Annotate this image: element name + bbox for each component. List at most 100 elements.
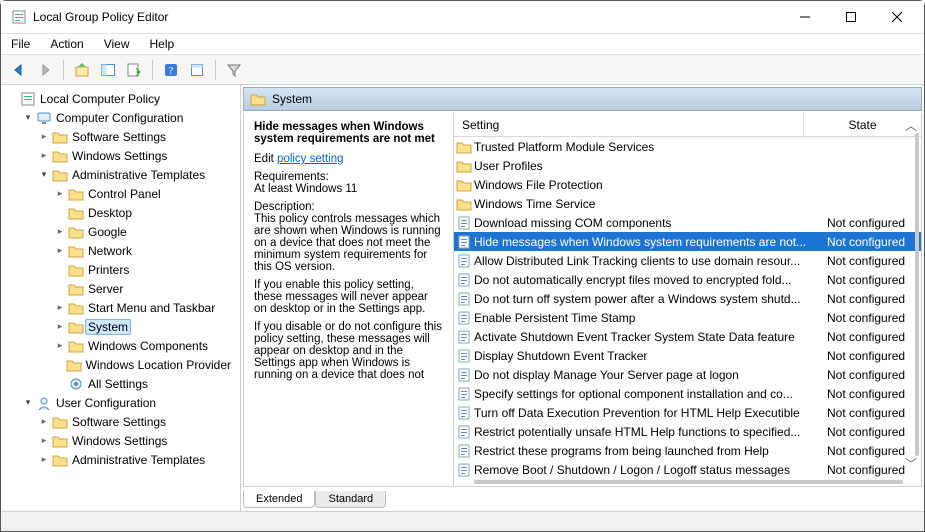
minimize-button[interactable] bbox=[782, 2, 828, 32]
setting-name: Activate Shutdown Event Tracker System S… bbox=[474, 330, 821, 344]
tree-label: Local Computer Policy bbox=[37, 91, 163, 107]
expand-icon[interactable]: ▸ bbox=[37, 435, 51, 446]
tree-label: Administrative Templates bbox=[69, 167, 208, 183]
expand-icon[interactable]: ▸ bbox=[53, 321, 67, 332]
requirements-label: Requirements: bbox=[254, 171, 329, 183]
tree-label: System bbox=[85, 319, 131, 335]
tree-windows-settings[interactable]: ▸Windows Settings bbox=[1, 146, 240, 165]
tree-start-menu[interactable]: ▸Start Menu and Taskbar bbox=[1, 298, 240, 317]
column-state[interactable]: State bbox=[804, 113, 921, 136]
list-item[interactable]: Trusted Platform Module Services bbox=[454, 137, 921, 156]
tree-label: Windows Location Provider bbox=[83, 357, 234, 373]
tab-extended[interactable]: Extended bbox=[243, 491, 315, 508]
tree-user-windows-settings[interactable]: ▸Windows Settings bbox=[1, 431, 240, 450]
up-button[interactable] bbox=[70, 58, 94, 82]
policy-icon bbox=[454, 215, 474, 231]
tree-icon bbox=[51, 434, 69, 448]
folder-icon bbox=[454, 159, 474, 173]
maximize-button[interactable] bbox=[828, 2, 874, 32]
tree-windows-components[interactable]: ▸Windows Components bbox=[1, 336, 240, 355]
expand-icon[interactable]: ▸ bbox=[53, 340, 67, 351]
forward-button[interactable] bbox=[33, 58, 57, 82]
tree-google[interactable]: ▸Google bbox=[1, 222, 240, 241]
menu-action[interactable]: Action bbox=[40, 34, 93, 54]
scroll-track[interactable] bbox=[915, 133, 919, 456]
back-button[interactable] bbox=[7, 58, 31, 82]
tree-admin-templates[interactable]: ▾ Administrative Templates bbox=[1, 165, 240, 184]
list-item[interactable]: Do not turn off system power after a Win… bbox=[454, 289, 921, 308]
filter-button[interactable] bbox=[222, 58, 246, 82]
tree-icon bbox=[35, 110, 53, 126]
list-item[interactable]: Windows Time Service bbox=[454, 194, 921, 213]
menu-file[interactable]: File bbox=[1, 34, 40, 54]
show-hide-tree-button[interactable] bbox=[96, 58, 120, 82]
list-item[interactable]: Do not automatically encrypt files moved… bbox=[454, 270, 921, 289]
list-item[interactable]: Enable Persistent Time StampNot configur… bbox=[454, 308, 921, 327]
tree-computer-configuration[interactable]: ▾Computer Configuration bbox=[1, 108, 240, 127]
list-item[interactable]: Restrict these programs from being launc… bbox=[454, 441, 921, 460]
setting-name: Allow Distributed Link Tracking clients … bbox=[474, 254, 821, 268]
list-item[interactable]: Restrict potentially unsafe HTML Help fu… bbox=[454, 422, 921, 441]
scroll-down-icon[interactable]: ﹀ bbox=[905, 455, 919, 472]
tree-printers[interactable]: Printers bbox=[1, 260, 240, 279]
expand-icon[interactable]: ▸ bbox=[53, 302, 67, 313]
list-item[interactable]: Activate Shutdown Event Tracker System S… bbox=[454, 327, 921, 346]
tree-windows-location[interactable]: Windows Location Provider bbox=[1, 355, 240, 374]
list-item[interactable]: User Profiles bbox=[454, 156, 921, 175]
scroll-up-icon[interactable]: ︿ bbox=[905, 117, 919, 134]
list-item[interactable]: Turn off Data Execution Prevention for H… bbox=[454, 403, 921, 422]
tree-user-configuration[interactable]: ▾User Configuration bbox=[1, 393, 240, 412]
expand-icon[interactable]: ▸ bbox=[53, 245, 67, 256]
tree-software-settings[interactable]: ▸Software Settings bbox=[1, 127, 240, 146]
policy-icon bbox=[454, 329, 474, 345]
tree-control-panel[interactable]: ▸Control Panel bbox=[1, 184, 240, 203]
column-headers[interactable]: Setting State bbox=[454, 113, 921, 137]
list-item[interactable]: Hide messages when Windows system requir… bbox=[454, 232, 921, 251]
expand-icon[interactable]: ▸ bbox=[37, 131, 51, 142]
list-item[interactable]: Do not display Manage Your Server page a… bbox=[454, 365, 921, 384]
tree-root[interactable]: Local Computer Policy bbox=[1, 89, 240, 108]
expand-icon[interactable]: ▾ bbox=[21, 112, 35, 123]
column-setting[interactable]: Setting bbox=[454, 113, 804, 136]
settings-rows[interactable]: Trusted Platform Module Services User Pro… bbox=[454, 137, 921, 486]
tree-all-settings[interactable]: All Settings bbox=[1, 374, 240, 393]
export-list-button[interactable] bbox=[122, 58, 146, 82]
tree-icon bbox=[67, 263, 85, 277]
menu-help[interactable]: Help bbox=[140, 34, 185, 54]
tree-network[interactable]: ▸ Network bbox=[1, 241, 240, 260]
tree-label: Printers bbox=[85, 262, 132, 278]
expand-icon[interactable]: ▸ bbox=[53, 226, 67, 237]
navigation-tree[interactable]: Local Computer Policy▾Computer Configura… bbox=[1, 85, 241, 511]
list-item[interactable]: Display Shutdown Event TrackerNot config… bbox=[454, 346, 921, 365]
content-title: System bbox=[272, 92, 312, 106]
horizontal-scrollbar[interactable] bbox=[474, 480, 903, 484]
setting-name: Remove Boot / Shutdown / Logon / Logoff … bbox=[474, 463, 821, 477]
policy-icon bbox=[454, 386, 474, 402]
help-button[interactable]: ? bbox=[159, 58, 183, 82]
list-item[interactable]: Specify settings for optional component … bbox=[454, 384, 921, 403]
tab-standard[interactable]: Standard bbox=[315, 491, 386, 508]
properties-button[interactable] bbox=[185, 58, 209, 82]
setting-name: User Profiles bbox=[474, 159, 821, 173]
expand-icon[interactable]: ▸ bbox=[37, 416, 51, 427]
tree-server[interactable]: Server bbox=[1, 279, 240, 298]
menu-view[interactable]: View bbox=[94, 34, 140, 54]
tree-desktop[interactable]: Desktop bbox=[1, 203, 240, 222]
expand-icon[interactable]: ▾ bbox=[37, 169, 51, 180]
tree-user-software-settings[interactable]: ▸Software Settings bbox=[1, 412, 240, 431]
list-item[interactable]: Allow Distributed Link Tracking clients … bbox=[454, 251, 921, 270]
close-button[interactable] bbox=[874, 2, 920, 32]
expand-icon[interactable]: ▸ bbox=[53, 188, 67, 199]
edit-policy-link[interactable]: policy setting bbox=[277, 153, 343, 165]
description-text-2: If you enable this policy setting, these… bbox=[254, 279, 443, 315]
tree-label: Network bbox=[85, 243, 135, 259]
tree-system[interactable]: ▸ System bbox=[1, 317, 240, 336]
list-item[interactable]: Windows File Protection bbox=[454, 175, 921, 194]
expand-icon[interactable]: ▸ bbox=[37, 454, 51, 465]
list-item[interactable]: Download missing COM componentsNot confi… bbox=[454, 213, 921, 232]
list-item[interactable]: Remove Boot / Shutdown / Logon / Logoff … bbox=[454, 460, 921, 479]
tree-user-admin-templates[interactable]: ▸Administrative Templates bbox=[1, 450, 240, 469]
app-icon bbox=[11, 9, 27, 25]
expand-icon[interactable]: ▾ bbox=[21, 397, 35, 408]
expand-icon[interactable]: ▸ bbox=[37, 150, 51, 161]
